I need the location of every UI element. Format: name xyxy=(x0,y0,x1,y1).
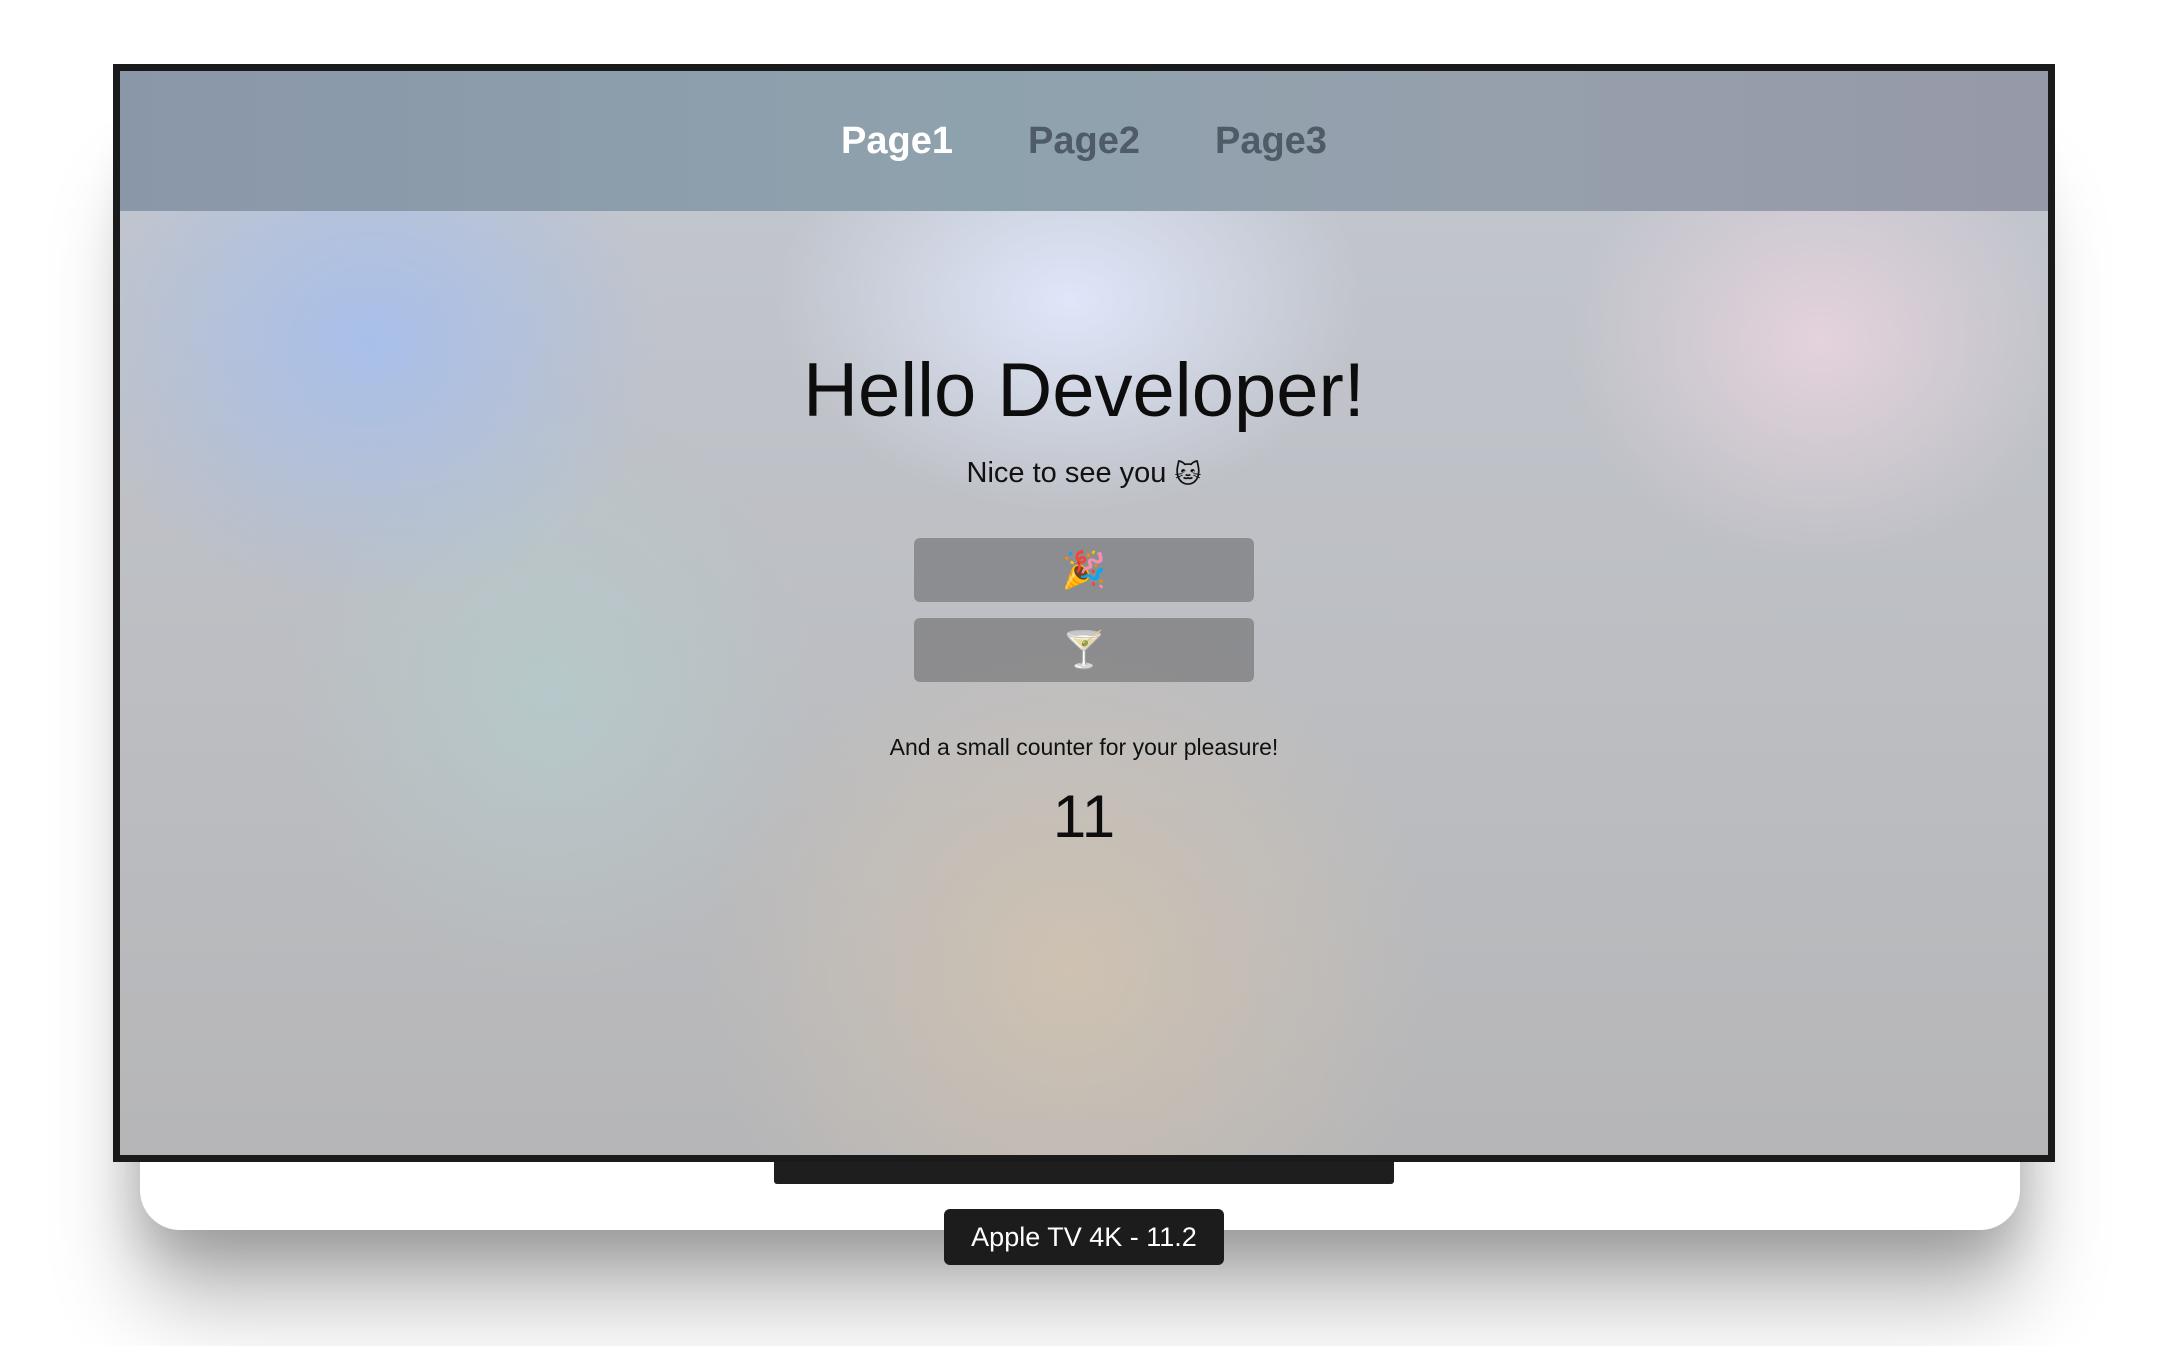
apple-tv-simulator-frame: Page1 Page2 Page3 Hello Developer! Nice … xyxy=(113,64,2055,1162)
tv-stand xyxy=(774,1162,1394,1184)
cat-face-icon: 🐱 xyxy=(1174,458,1202,489)
tab-page1[interactable]: Page1 xyxy=(841,120,953,163)
counter-caption: And a small counter for your pleasure! xyxy=(889,734,1279,760)
tab-page3[interactable]: Page3 xyxy=(1215,120,1327,163)
party-button[interactable]: 🎉 xyxy=(914,538,1254,602)
device-label: Apple TV 4K - 11.2 xyxy=(944,1209,1224,1265)
page-title: Hello Developer! xyxy=(803,348,1365,433)
tab-bar: Page1 Page2 Page3 xyxy=(120,71,2048,211)
cocktail-glass-icon: 🍸 xyxy=(1061,629,1107,670)
tab-page2[interactable]: Page2 xyxy=(1028,120,1140,163)
subtitle: Nice to see you 🐱 xyxy=(967,459,1202,488)
main-content: Hello Developer! Nice to see you 🐱 🎉 🍸 A… xyxy=(120,211,2048,847)
cocktail-button[interactable]: 🍸 xyxy=(914,618,1254,682)
tv-screen: Page1 Page2 Page3 Hello Developer! Nice … xyxy=(120,71,2048,1155)
subtitle-text: Nice to see you xyxy=(966,457,1167,489)
party-popper-icon: 🎉 xyxy=(1061,549,1107,590)
counter-value: 11 xyxy=(1052,783,1116,850)
